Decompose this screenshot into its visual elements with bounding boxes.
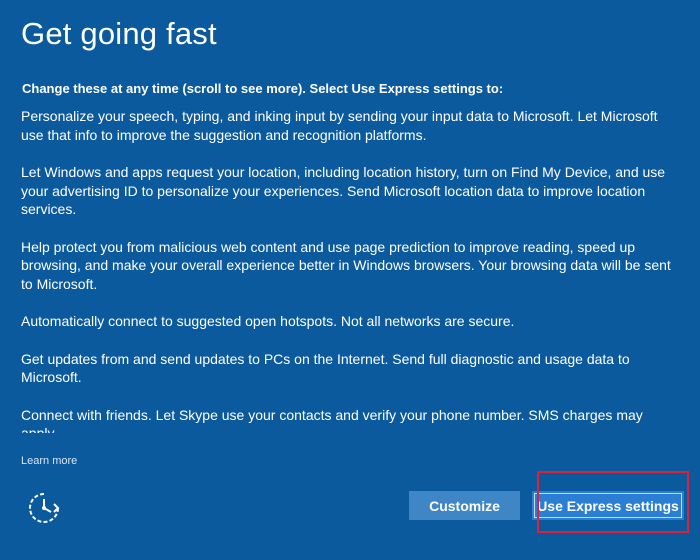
settings-paragraph-updates: Get updates from and send updates to PCs…: [21, 350, 630, 386]
settings-paragraph-skype: Connect with friends. Let Skype use your…: [21, 406, 643, 434]
learn-more-link[interactable]: Learn more: [21, 455, 77, 467]
settings-scroll-area[interactable]: Personalize your speech, typing, and ink…: [21, 107, 671, 433]
settings-paragraph-browser: Help protect you from malicious web cont…: [21, 238, 671, 292]
customize-button[interactable]: Customize: [409, 491, 520, 520]
use-express-settings-button[interactable]: Use Express settings: [532, 491, 684, 520]
ease-of-access-glyph: [29, 493, 60, 523]
intro-text: Change these at any time (scroll to see …: [22, 81, 504, 96]
settings-paragraph-speech: Personalize your speech, typing, and ink…: [21, 108, 658, 143]
settings-paragraph-hotspots: Automatically connect to suggested open …: [21, 313, 515, 329]
settings-paragraph-location: Let Windows and apps request your locati…: [21, 164, 666, 217]
page-title: Get going fast: [21, 16, 217, 51]
ease-of-access-icon[interactable]: [26, 490, 62, 526]
